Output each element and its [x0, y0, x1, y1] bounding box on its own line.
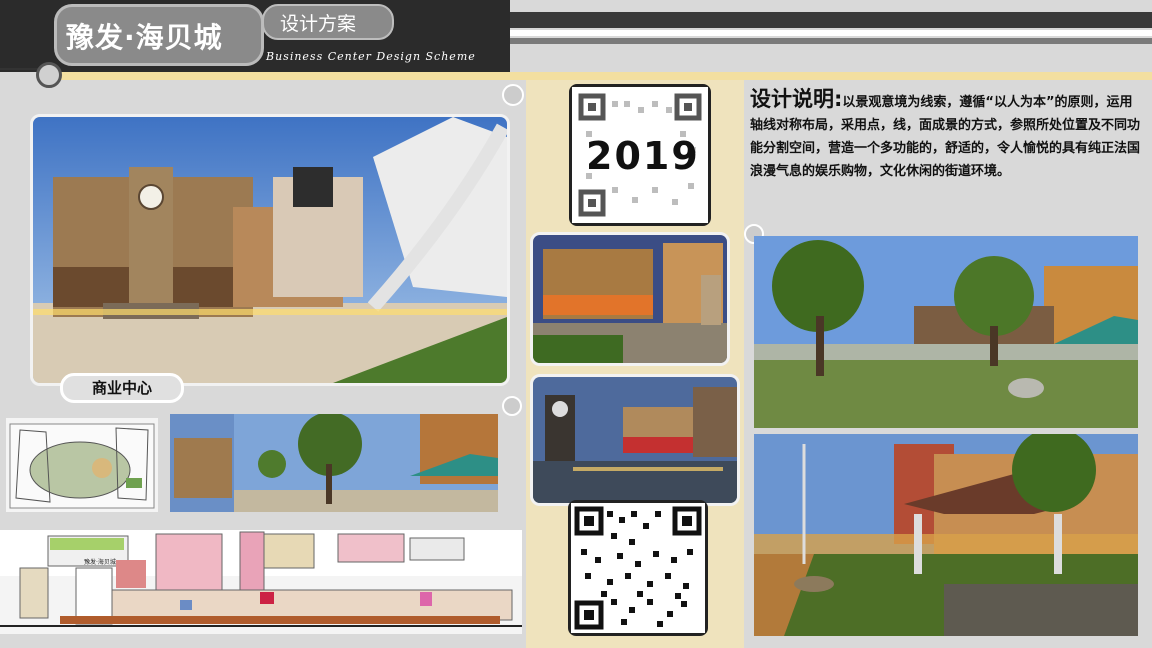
header-stripe-dark	[510, 12, 1152, 28]
right-render-image-1	[754, 236, 1138, 428]
site-plan-image	[6, 418, 158, 512]
decorative-dot	[502, 396, 522, 416]
header-stripe-white	[510, 30, 1152, 36]
decorative-dot	[502, 84, 524, 106]
main-render-image	[30, 114, 510, 386]
design-description: 设计说明:以景观意境为线索，遵循“以人为本”的原则，运用轴线对称布局，采用点，线…	[750, 88, 1140, 183]
gold-divider	[50, 72, 1152, 80]
center-render-image-1	[530, 232, 730, 366]
caption-label: 商业中心	[60, 373, 184, 403]
elevation-sign: 豫发·海贝城	[84, 558, 116, 566]
right-render-image-2	[754, 434, 1138, 636]
page-title: 豫发·海贝城	[66, 21, 223, 54]
description-heading: 设计说明:	[750, 87, 843, 111]
english-subtitle: Business Center Design Scheme	[266, 50, 476, 63]
small-render-image	[170, 414, 498, 512]
page-subtitle: 设计方案	[280, 13, 357, 35]
qr-code	[568, 500, 708, 636]
header-stripe-gray	[510, 38, 1152, 44]
header-circle-ornament	[36, 62, 62, 88]
elevation-drawing: 豫发·海贝城	[0, 530, 522, 634]
center-render-image-2	[530, 374, 740, 506]
qr-year-label: 2019	[586, 134, 700, 178]
